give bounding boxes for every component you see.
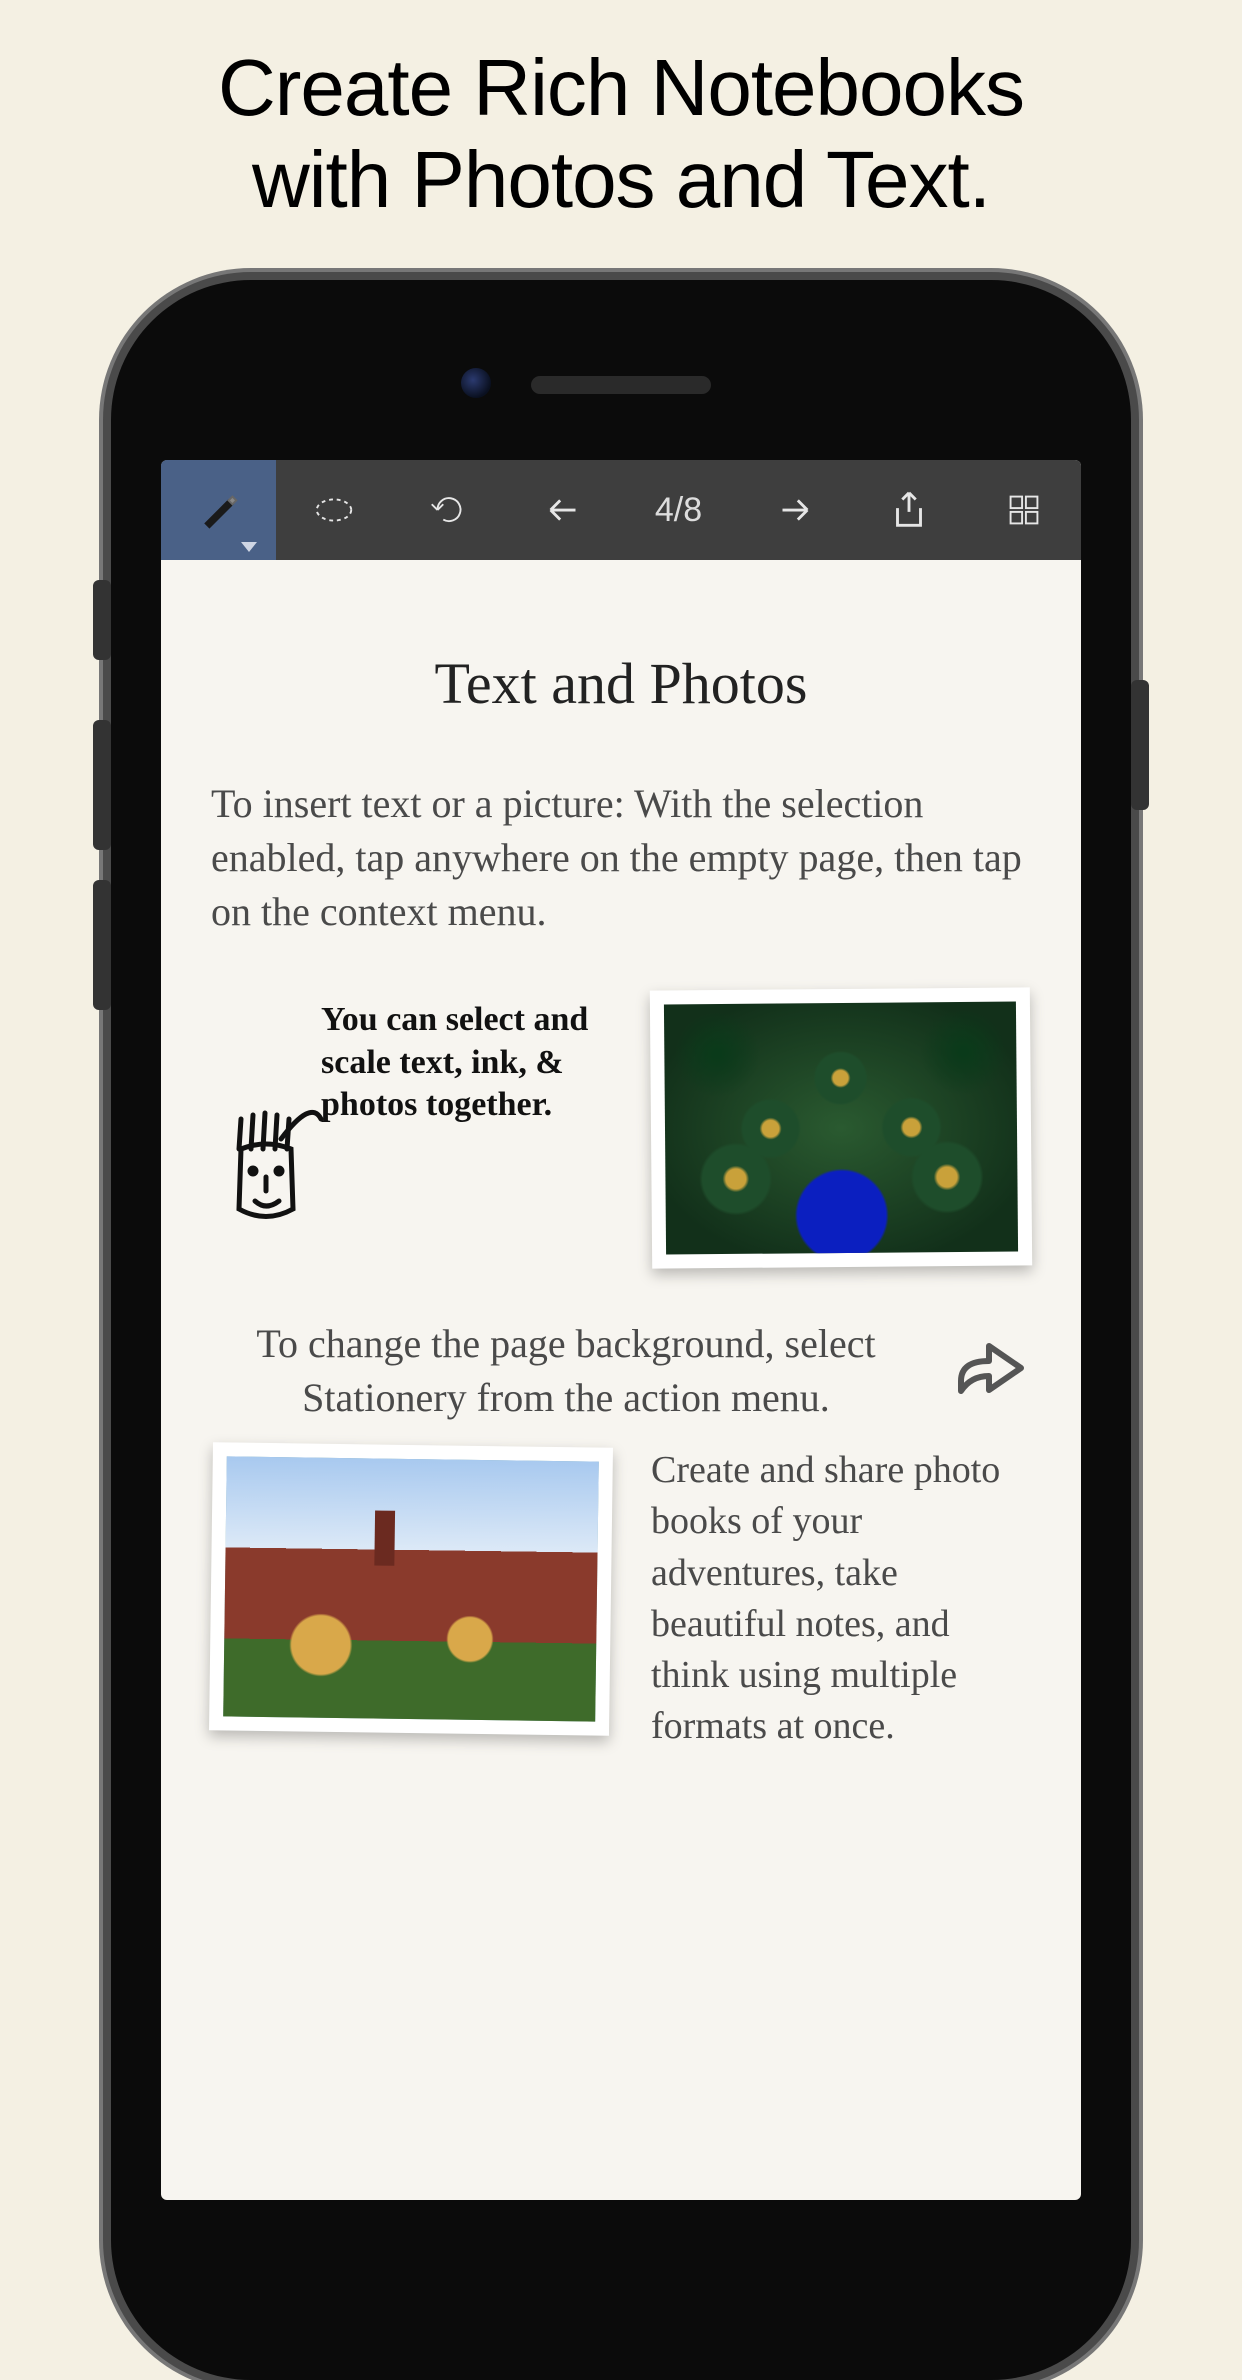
page-counter-label: 4/8 — [655, 491, 702, 530]
arrow-left-icon — [541, 487, 587, 533]
marketing-headline: Create Rich Notebooks with Photos and Te… — [0, 0, 1242, 226]
pen-icon — [196, 487, 242, 533]
headline-line2: with Photos and Text. — [252, 135, 990, 224]
row-background-tip: To change the page background, select St… — [211, 1317, 1031, 1425]
photo-castle[interactable] — [209, 1442, 613, 1736]
grid-icon — [1001, 487, 1047, 533]
intro-text: To insert text or a picture: With the se… — [211, 777, 1031, 939]
handwritten-note: You can select and scale text, ink, & ph… — [321, 999, 621, 1127]
headline-line1: Create Rich Notebooks — [218, 43, 1024, 132]
row-handwriting-photo: You can select and scale text, ink, & ph… — [211, 989, 1031, 1267]
pen-tool-button[interactable] — [161, 460, 276, 560]
page-indicator[interactable]: 4/8 — [621, 460, 736, 560]
row-castle-text: Create and share photo books of your adv… — [211, 1445, 1031, 1753]
prev-page-button[interactable] — [506, 460, 621, 560]
photobook-text: Create and share photo books of your adv… — [651, 1445, 1031, 1753]
doodle-face-sketch — [211, 1109, 331, 1269]
share-arrow-sketch — [951, 1336, 1031, 1406]
share-icon — [886, 487, 932, 533]
undo-icon — [426, 487, 472, 533]
phone-speaker — [531, 376, 711, 394]
lasso-tool-button[interactable] — [276, 460, 391, 560]
phone-volume-up — [93, 720, 111, 850]
app-toolbar: 4/8 — [161, 460, 1081, 560]
phone-camera — [461, 368, 491, 398]
phone-frame: 4/8 — [111, 280, 1131, 2380]
grid-view-button[interactable] — [966, 460, 1081, 560]
background-tip-text: To change the page background, select St… — [211, 1317, 921, 1425]
arrow-right-icon — [771, 487, 817, 533]
castle-image — [223, 1456, 599, 1721]
notebook-page[interactable]: Text and Photos To insert text or a pict… — [161, 560, 1081, 1753]
handwriting-block: You can select and scale text, ink, & ph… — [211, 989, 621, 1137]
next-page-button[interactable] — [736, 460, 851, 560]
share-button[interactable] — [851, 460, 966, 560]
photo-peacock[interactable] — [650, 987, 1032, 1268]
phone-volume-down — [93, 880, 111, 1010]
phone-power-button — [1131, 680, 1149, 810]
phone-mute-switch — [93, 580, 111, 660]
peacock-image — [664, 1001, 1018, 1254]
chevron-down-icon — [241, 542, 257, 552]
page-title: Text and Photos — [211, 650, 1031, 717]
undo-button[interactable] — [391, 460, 506, 560]
app-screen: 4/8 — [161, 460, 1081, 2200]
lasso-icon — [311, 487, 357, 533]
